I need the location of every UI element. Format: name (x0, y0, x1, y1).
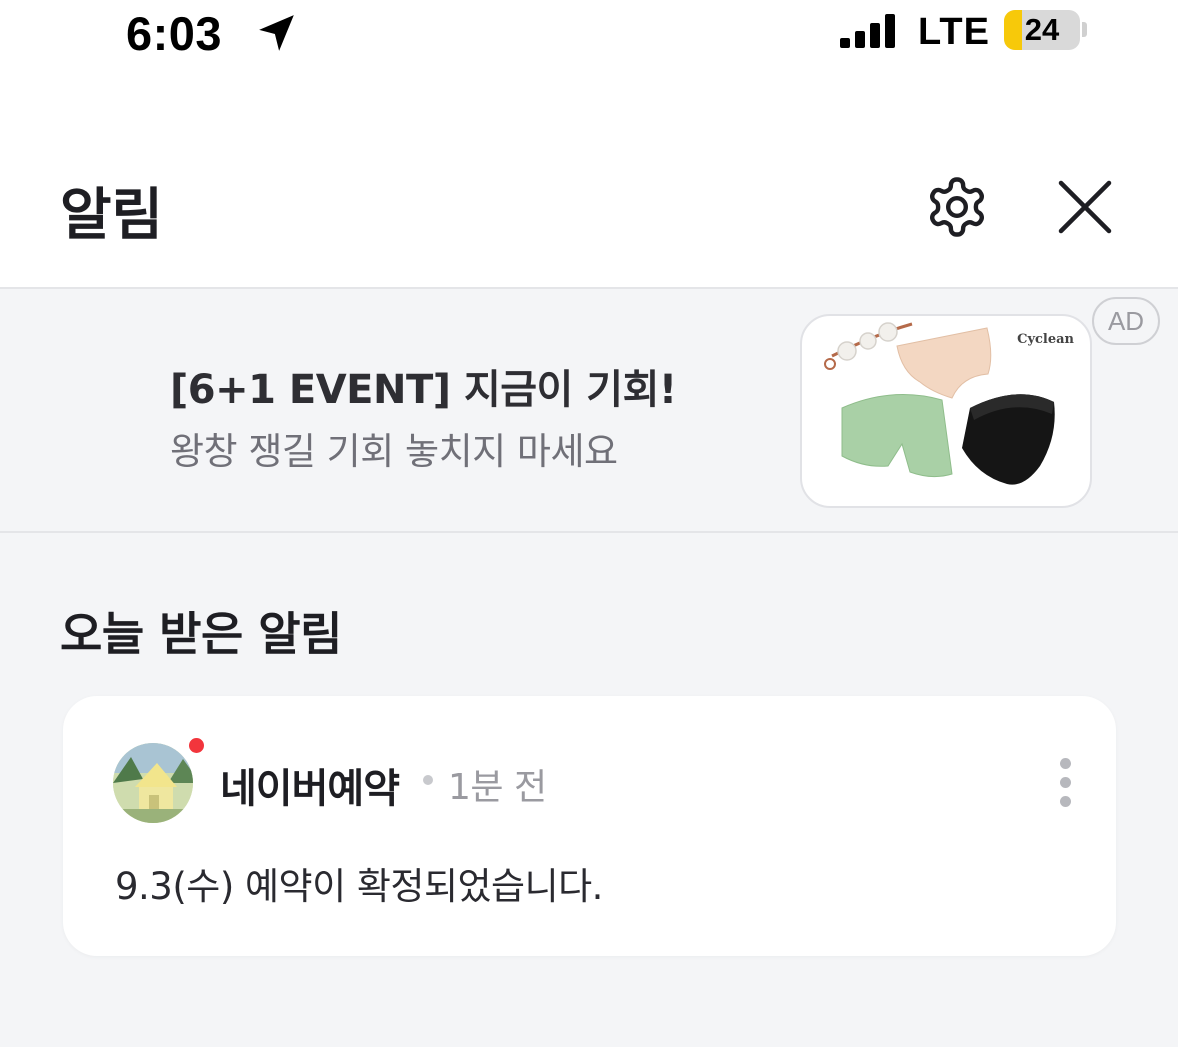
close-icon (1058, 180, 1112, 234)
location-arrow-icon (259, 15, 294, 51)
page-header: 알림 (0, 84, 1178, 289)
gear-icon (930, 177, 984, 237)
status-bar: 6:03 LTE 24 (0, 0, 1178, 84)
product-illustration (824, 322, 1055, 485)
notification-message: 9.3(수) 예약이 확정되었습니다. (115, 865, 603, 908)
notification-card[interactable]: 네이버예약 1분 전 9.3(수) 예약이 확정되었습니다. (63, 696, 1116, 956)
network-type: LTE (918, 11, 990, 53)
separator-dot (423, 775, 433, 785)
status-time: 6:03 (126, 7, 223, 60)
ad-badge: AD (1092, 297, 1160, 345)
battery-icon: 24 (1004, 10, 1080, 50)
notification-sender: 네이버예약 (220, 766, 400, 812)
sender-avatar (113, 743, 193, 823)
battery-level: 24 (1024, 12, 1060, 47)
more-options-button[interactable] (1043, 752, 1087, 814)
ad-banner[interactable]: [6+1 EVENT] 지금이 기회! 왕창 쟁길 기회 놓치지 마세요 Cyc… (0, 291, 1178, 533)
notification-screen: 6:03 LTE 24 알림 [6+1 EVENT] 지금이 기회! 왕창 쟁길… (0, 0, 1178, 1047)
more-vertical-icon (1060, 758, 1071, 769)
ad-product-image: Cyclean (800, 314, 1092, 508)
settings-button[interactable] (918, 168, 996, 246)
sender-avatar-image (113, 743, 193, 823)
unread-indicator (189, 738, 204, 753)
ad-subtitle: 왕창 쟁길 기회 놓치지 마세요 (170, 430, 618, 473)
page-title: 알림 (60, 183, 164, 248)
notification-time: 1분 전 (448, 767, 547, 808)
section-title: 오늘 받은 알림 (60, 607, 342, 661)
ad-title: [6+1 EVENT] 지금이 기회! (170, 367, 677, 413)
cellular-signal-icon (840, 14, 900, 48)
battery-terminal (1082, 22, 1087, 37)
close-button[interactable] (1046, 168, 1124, 246)
